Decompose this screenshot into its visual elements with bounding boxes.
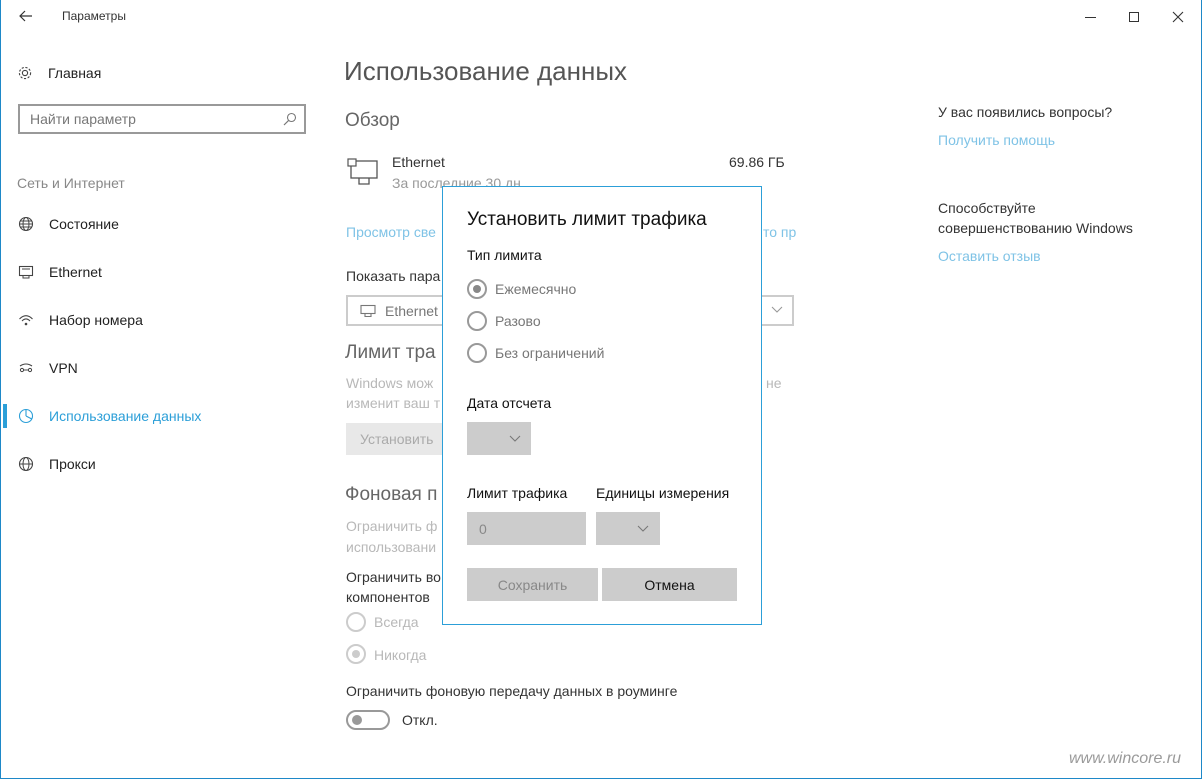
reset-date-dropdown[interactable] (467, 422, 531, 455)
radio-once[interactable] (467, 311, 487, 331)
dialog-title: Установить лимит трафика (467, 209, 707, 230)
search-icon[interactable] (282, 111, 298, 127)
chevron-down-icon (637, 525, 649, 532)
ethernet-connection-icon (347, 158, 378, 185)
radio-unlimited[interactable] (467, 343, 487, 363)
close-button[interactable] (1155, 0, 1201, 32)
feedback-heading-1: Способствуйте (938, 200, 1036, 216)
radio-never-label: Никогда (374, 647, 427, 663)
traffic-limit-input[interactable] (467, 512, 586, 545)
sidebar-item-label: Использование данных (49, 408, 202, 424)
data-usage-icon (18, 408, 34, 424)
option-label: Без ограничений (495, 345, 605, 361)
background-heading: Фоновая п (345, 484, 438, 505)
sidebar-item-vpn[interactable]: VPN (1, 348, 321, 388)
traffic-limit-label: Лимит трафика (467, 485, 568, 501)
limit-heading: Лимит тра (345, 342, 436, 363)
roaming-toggle[interactable] (346, 710, 390, 730)
cancel-button[interactable]: Отмена (602, 568, 737, 601)
limit-description-1-tail: не (766, 375, 782, 391)
reset-date-label: Дата отсчета (467, 395, 552, 411)
radio-always-label: Всегда (374, 614, 419, 630)
globe-network-icon (18, 216, 34, 232)
radio-always[interactable] (346, 612, 366, 632)
sidebar-item-proxy[interactable]: Прокси (1, 444, 321, 484)
sidebar-item-dialup[interactable]: Набор номера (1, 300, 321, 340)
show-params-label: Показать пара (346, 268, 441, 284)
connection-usage: 69.86 ГБ (729, 154, 785, 170)
sidebar-item-label: Прокси (49, 456, 96, 472)
sidebar-item-status[interactable]: Состояние (1, 204, 321, 244)
sidebar-item-ethernet[interactable]: Ethernet (1, 252, 321, 292)
close-icon (1172, 11, 1184, 23)
limit-description-2: изменит ваш т (346, 395, 441, 411)
background-description-1: Ограничить ф (346, 518, 438, 534)
option-label: Ежемесячно (495, 281, 577, 297)
maximize-button[interactable] (1111, 0, 1157, 32)
set-limit-button[interactable]: Установить (346, 423, 456, 455)
roaming-label: Ограничить фоновую передачу данных в роу… (346, 683, 678, 699)
units-label: Единицы измерения (596, 485, 730, 501)
title-bar: Параметры (1, 0, 1201, 32)
minimize-button[interactable] (1067, 0, 1113, 32)
network-select-value: Ethernet (385, 302, 438, 319)
save-button[interactable]: Сохранить (467, 568, 598, 601)
active-indicator (3, 404, 7, 428)
search-input[interactable] (20, 111, 270, 127)
connection-name: Ethernet (392, 154, 445, 170)
sidebar-item-label: Набор номера (49, 312, 143, 328)
option-label: Разово (495, 313, 541, 329)
vpn-icon (19, 363, 33, 373)
usage-details-link-tail[interactable]: то пр (763, 224, 796, 240)
dialup-icon (19, 315, 33, 326)
radio-never[interactable] (346, 644, 366, 664)
back-arrow-icon (19, 10, 32, 22)
limit-description-1: Windows мож (346, 375, 434, 391)
option-monthly[interactable]: Ежемесячно (467, 278, 576, 300)
sidebar-item-data-usage[interactable]: Использование данных (1, 396, 321, 436)
ethernet-icon (360, 304, 376, 317)
option-once[interactable]: Разово (467, 310, 541, 332)
gear-icon (18, 66, 32, 80)
usage-details-link[interactable]: Просмотр све (346, 224, 436, 240)
sidebar-item-label: Состояние (49, 216, 119, 232)
nav-group-label: Сеть и Интернет (17, 175, 125, 191)
chevron-down-icon (771, 306, 783, 313)
watermark: www.wincore.ru (1069, 750, 1182, 767)
ethernet-icon (18, 265, 34, 279)
overview-heading: Обзор (345, 110, 400, 131)
leave-feedback-link[interactable]: Оставить отзыв (938, 248, 1041, 264)
window-title: Параметры (62, 9, 126, 23)
settings-window: Параметры Главная Сеть и Интернет Сост (0, 0, 1202, 779)
search-box[interactable] (18, 104, 306, 134)
feedback-heading-2: совершенствованию Windows (938, 220, 1133, 236)
set-limit-dialog: Установить лимит трафика Тип лимита Ежем… (442, 186, 762, 625)
sidebar-item-label: Ethernet (49, 264, 102, 280)
units-dropdown[interactable] (596, 512, 660, 545)
store-limit-label-1: Ограничить во (346, 569, 441, 585)
roaming-toggle-state: Откл. (402, 712, 438, 728)
questions-heading: У вас появились вопросы? (938, 104, 1113, 120)
background-description-2: использовани (346, 539, 437, 555)
radio-monthly[interactable] (467, 279, 487, 299)
option-unlimited[interactable]: Без ограничений (467, 342, 604, 364)
chevron-down-icon (509, 435, 521, 442)
minimize-icon (1084, 16, 1096, 18)
nav-home[interactable]: Главная (17, 62, 101, 84)
limit-type-label: Тип лимита (467, 247, 542, 263)
globe-icon (18, 456, 34, 472)
page-title: Использование данных (344, 56, 628, 86)
sidebar-item-label: VPN (49, 360, 78, 376)
store-limit-label-2: компонентов (346, 589, 430, 605)
back-button[interactable] (13, 4, 39, 28)
maximize-icon (1129, 12, 1139, 23)
get-help-link[interactable]: Получить помощь (938, 132, 1055, 148)
nav-home-label: Главная (48, 65, 102, 81)
